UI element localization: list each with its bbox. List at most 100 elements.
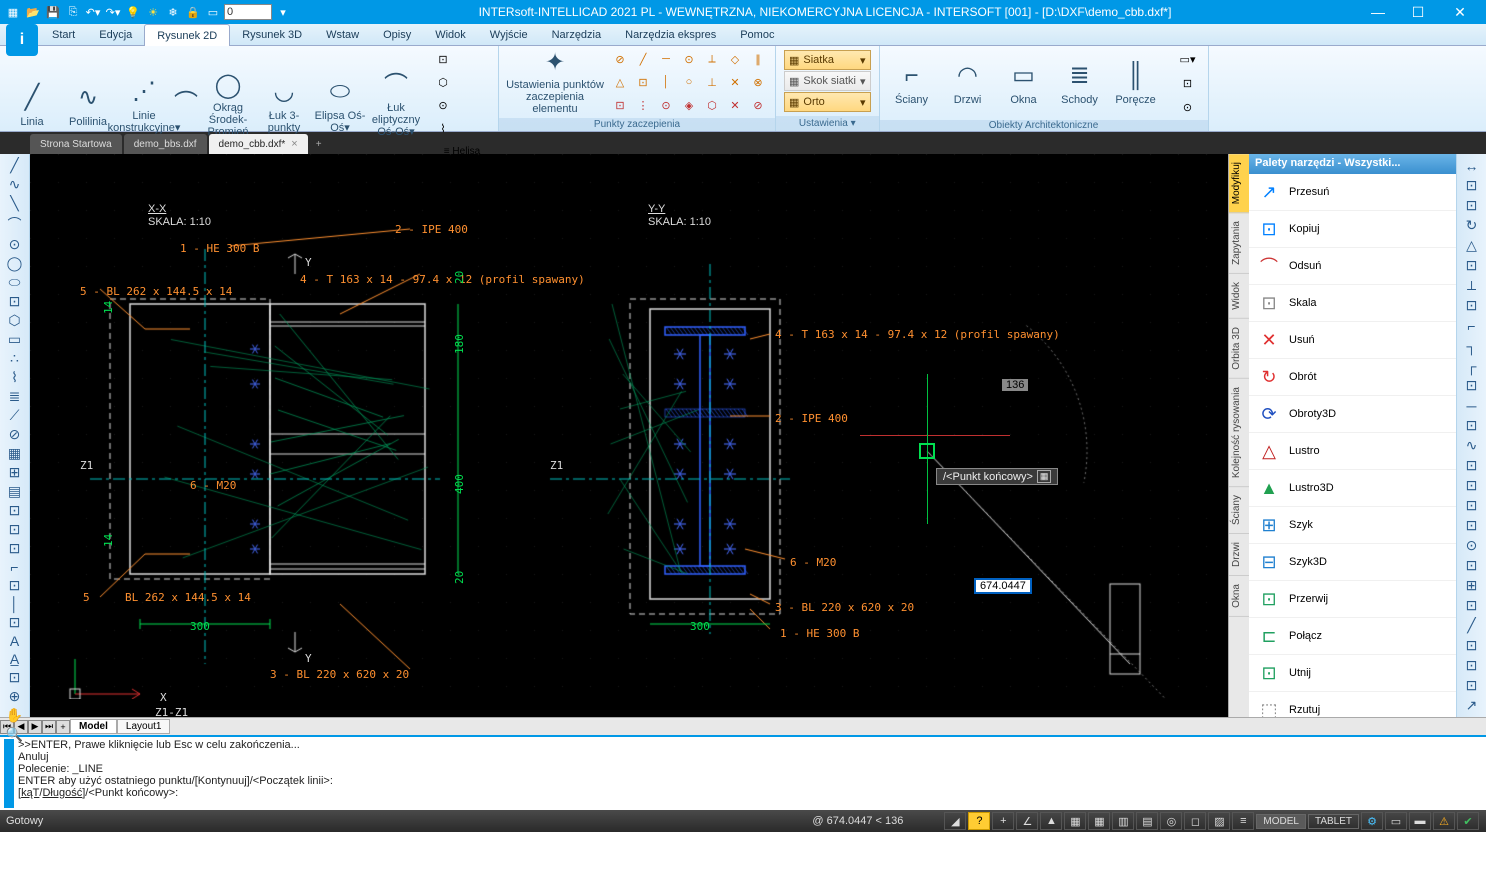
sb-b1-icon[interactable]: ▦ — [1088, 812, 1110, 830]
sb-snap-icon[interactable]: ◢ — [944, 812, 966, 830]
sb-warn-icon[interactable]: ⚠ — [1433, 812, 1455, 830]
rtool-13[interactable]: ⊡ — [1462, 417, 1482, 435]
command-line[interactable]: >>ENTER, Prawe kliknięcie lub Esc w celu… — [0, 735, 1486, 810]
undo-icon[interactable]: ↶▾ — [85, 4, 101, 20]
ribbon-extra-0[interactable]: ⊡ — [432, 48, 454, 70]
rtool-16[interactable]: ⊡ — [1462, 477, 1482, 495]
ltool-2[interactable]: ╲ — [5, 195, 25, 212]
rtool-5[interactable]: ⊡ — [1462, 257, 1482, 275]
snap-btn-11[interactable]: ⊥ — [701, 71, 723, 93]
ribbon-extra-1[interactable]: ⬡ — [432, 71, 454, 93]
ribbon-extra-2[interactable]: ⊙ — [432, 94, 454, 116]
sb-b2-icon[interactable]: ▥ — [1112, 812, 1134, 830]
rtool-10[interactable]: ┌ — [1462, 357, 1482, 375]
ribbon-linia[interactable]: ╱Linia — [6, 72, 58, 138]
arch-extra-1[interactable]: ⊡ — [1174, 72, 1202, 94]
snap-btn-3[interactable]: ⊙ — [678, 48, 700, 70]
sb-b4-icon[interactable]: ◎ — [1160, 812, 1182, 830]
rtool-26[interactable]: ⊡ — [1462, 676, 1482, 694]
ribbon-okr-g-rodek-promie-[interactable]: ◯Okrąg Środek-Promień — [202, 72, 254, 138]
ltool-28[interactable]: ⊕ — [5, 688, 25, 705]
arch-extra-0[interactable]: ▭▾ — [1174, 48, 1202, 70]
rtool-23[interactable]: ╱ — [1462, 616, 1482, 634]
menu-edycja[interactable]: Edycja — [87, 24, 144, 45]
ltool-14[interactable]: ⊘ — [5, 426, 25, 443]
palette-item-szyk[interactable]: ⊞Szyk — [1249, 507, 1456, 544]
ltool-21[interactable]: ⌐ — [5, 559, 25, 575]
sb-tablet-mode[interactable]: TABLET — [1308, 814, 1359, 829]
palette-item-obroty3d[interactable]: ⟳Obroty3D — [1249, 396, 1456, 433]
new-icon[interactable]: ▦ — [5, 4, 21, 20]
palette-item-usuń[interactable]: ✕Usuń — [1249, 322, 1456, 359]
ltool-6[interactable]: ⬭ — [5, 274, 25, 291]
ltool-24[interactable]: ⊡ — [5, 614, 25, 631]
save-icon[interactable]: 💾 — [45, 4, 61, 20]
menu-start[interactable]: Start — [40, 24, 87, 45]
palette-item-odsuń[interactable]: ⌒Odsuń — [1249, 248, 1456, 285]
rtool-9[interactable]: ┐ — [1462, 337, 1482, 355]
palette-item-utnij[interactable]: ⊡Utnij — [1249, 655, 1456, 692]
menu-rysunek-3d[interactable]: Rysunek 3D — [230, 24, 314, 45]
ltool-19[interactable]: ⊡ — [5, 521, 25, 538]
saveall-icon[interactable]: ⎘ — [65, 4, 81, 20]
rtool-7[interactable]: ⊡ — [1462, 297, 1482, 315]
nav-next[interactable]: ▶ — [28, 720, 42, 734]
menu-narzędzia[interactable]: Narzędzia — [540, 24, 614, 45]
rtool-21[interactable]: ⊞ — [1462, 576, 1482, 594]
ribbon-extra-3[interactable]: ⌇ — [432, 117, 454, 139]
ltool-20[interactable]: ⊡ — [5, 540, 25, 557]
setting-siatka[interactable]: ▦Siatka▾ — [784, 50, 871, 70]
ltool-5[interactable]: ◯ — [5, 255, 25, 272]
paltab-modyfikuj[interactable]: Modyfikuj — [1229, 154, 1249, 213]
rtool-0[interactable]: ↔ — [1462, 157, 1482, 175]
rtool-18[interactable]: ⊡ — [1462, 516, 1482, 534]
menu-widok[interactable]: Widok — [423, 24, 478, 45]
ltool-11[interactable]: ⌇ — [5, 369, 25, 386]
sb-c1-icon[interactable]: ▭ — [1385, 812, 1407, 830]
palette-item-przesuń[interactable]: ↗Przesuń — [1249, 174, 1456, 211]
nav-add[interactable]: + — [56, 720, 70, 734]
ribbon-ustawienia-punkt-w-zaczepienia-elementu[interactable]: ✦Ustawienia punktów zaczepienia elementu — [505, 49, 605, 115]
paltab-zapytania[interactable]: Zapytania — [1229, 213, 1249, 274]
ribbon-drzwi[interactable]: ◠Drzwi — [942, 50, 994, 116]
menu-wstaw[interactable]: Wstaw — [314, 24, 371, 45]
sun-icon[interactable]: ☀ — [145, 4, 161, 20]
dynamic-distance-input[interactable]: 674.0447 — [974, 578, 1032, 594]
ltool-10[interactable]: ∴ — [5, 350, 25, 367]
ribbon--ciany[interactable]: ⌐Ściany — [886, 50, 938, 116]
menu-wyjście[interactable]: Wyjście — [478, 24, 540, 45]
palette-item-lustro3d[interactable]: ▲Lustro3D — [1249, 470, 1456, 507]
rtool-6[interactable]: ⟂ — [1462, 277, 1482, 295]
ribbon-polilinia[interactable]: ∿Polilinia — [62, 72, 114, 138]
nav-last[interactable]: ⏭ — [42, 720, 56, 734]
snap-btn-0[interactable]: ⊘ — [609, 48, 631, 70]
ltool-3[interactable]: ⌒ — [5, 214, 25, 234]
setting-skok-siatki[interactable]: ▦Skok siatki▾ — [784, 71, 871, 91]
sb-grid2-icon[interactable]: ▦ — [1064, 812, 1086, 830]
sb-b5-icon[interactable]: ◻ — [1184, 812, 1206, 830]
palette-item-rzutuj[interactable]: ⬚Rzutuj — [1249, 692, 1456, 717]
setting-orto[interactable]: ▦Orto▾ — [784, 92, 871, 112]
snap-btn-20[interactable]: ⊘ — [747, 94, 769, 116]
ribbon--uk-3-punkty[interactable]: ◡Łuk 3-punkty — [258, 72, 310, 138]
close-button[interactable]: ✕ — [1438, 0, 1482, 24]
layer-icon[interactable]: ▭ — [205, 4, 221, 20]
snap-btn-8[interactable]: ⊡ — [632, 71, 654, 93]
sb-model-mode[interactable]: MODEL — [1256, 814, 1306, 829]
rtool-17[interactable]: ⊡ — [1462, 496, 1482, 514]
ribbon-icon[interactable]: ⌒ — [174, 72, 198, 138]
sb-polar-icon[interactable]: ∠ — [1016, 812, 1038, 830]
rtool-20[interactable]: ⊡ — [1462, 556, 1482, 574]
qat-more-icon[interactable]: ▾ — [275, 4, 291, 20]
paltab-widok[interactable]: Widok — [1229, 274, 1249, 319]
snap-btn-14[interactable]: ⊡ — [609, 94, 631, 116]
ltool-22[interactable]: ⊡ — [5, 577, 25, 594]
ribbon-linie-konstrukcyjne-[interactable]: ⋰Linie konstrukcyjne▾ — [118, 72, 170, 138]
snap-btn-19[interactable]: ✕ — [724, 94, 746, 116]
tab-model[interactable]: Model — [70, 719, 117, 734]
rtool-1[interactable]: ⊡ — [1462, 177, 1482, 195]
ltool-13[interactable]: ⟋ — [5, 407, 25, 424]
snap-btn-7[interactable]: △ — [609, 71, 631, 93]
sb-grid-icon[interactable]: ? — [968, 812, 990, 830]
palette-item-lustro[interactable]: △Lustro — [1249, 433, 1456, 470]
